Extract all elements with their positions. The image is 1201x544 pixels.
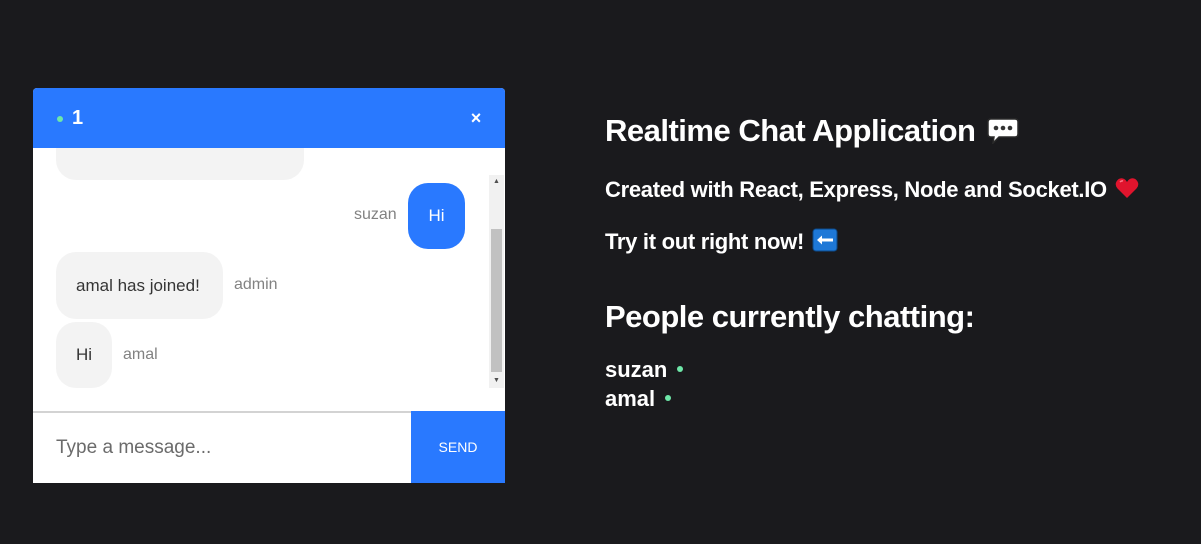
message-text: Hi bbox=[76, 345, 93, 364]
page-title: Realtime Chat Application bbox=[605, 113, 1020, 149]
online-dot-icon bbox=[57, 116, 63, 122]
close-button[interactable]: × bbox=[465, 106, 487, 130]
scroll-thumb[interactable] bbox=[491, 229, 502, 372]
message-sender: amal bbox=[123, 346, 158, 363]
message-bubble: Hi bbox=[408, 183, 465, 249]
speech-balloon-icon bbox=[987, 116, 1020, 145]
message-bubble: Hi bbox=[56, 322, 112, 388]
user-name: amal bbox=[605, 386, 656, 411]
send-button[interactable]: SEND bbox=[411, 411, 505, 483]
user-name: suzan bbox=[605, 357, 668, 382]
online-dot-icon bbox=[665, 395, 672, 402]
message-text: amal has joined! bbox=[76, 276, 200, 295]
call-to-action: Try it out right now! bbox=[605, 228, 838, 255]
online-user: suzan bbox=[605, 357, 684, 383]
left-arrow-icon bbox=[812, 228, 838, 252]
message-input[interactable] bbox=[33, 413, 411, 483]
message-sender: suzan bbox=[354, 206, 397, 223]
people-heading: People currently chatting: bbox=[605, 299, 975, 334]
scroll-down-arrow-icon[interactable]: ▼ bbox=[489, 374, 504, 388]
scroll-up-arrow-icon[interactable]: ▲ bbox=[489, 175, 504, 189]
red-heart-icon bbox=[1115, 177, 1139, 199]
chat-header: 1 × bbox=[33, 88, 505, 148]
online-dot-icon bbox=[677, 366, 684, 373]
messages-list[interactable]: suzan Hi amal has joined! admin Hi amal bbox=[33, 148, 505, 411]
online-user: amal bbox=[605, 386, 672, 412]
call-to-action-text: Try it out right now! bbox=[605, 229, 805, 254]
message-bubble: amal has joined! bbox=[56, 252, 223, 319]
message-bubble bbox=[56, 148, 304, 180]
message-text: Hi bbox=[428, 206, 445, 225]
message-sender: admin bbox=[234, 276, 278, 293]
chat-window: 1 × suzan Hi amal has joined! admin Hi a… bbox=[33, 88, 505, 483]
room-name: 1 bbox=[72, 107, 84, 129]
message-composer: SEND bbox=[33, 411, 505, 483]
messages-scrollbar[interactable]: ▲ ▼ bbox=[489, 175, 504, 388]
subtitle-text: Created with React, Express, Node and So… bbox=[605, 177, 1107, 202]
page-title-text: Realtime Chat Application bbox=[605, 113, 976, 148]
subtitle: Created with React, Express, Node and So… bbox=[605, 177, 1139, 203]
